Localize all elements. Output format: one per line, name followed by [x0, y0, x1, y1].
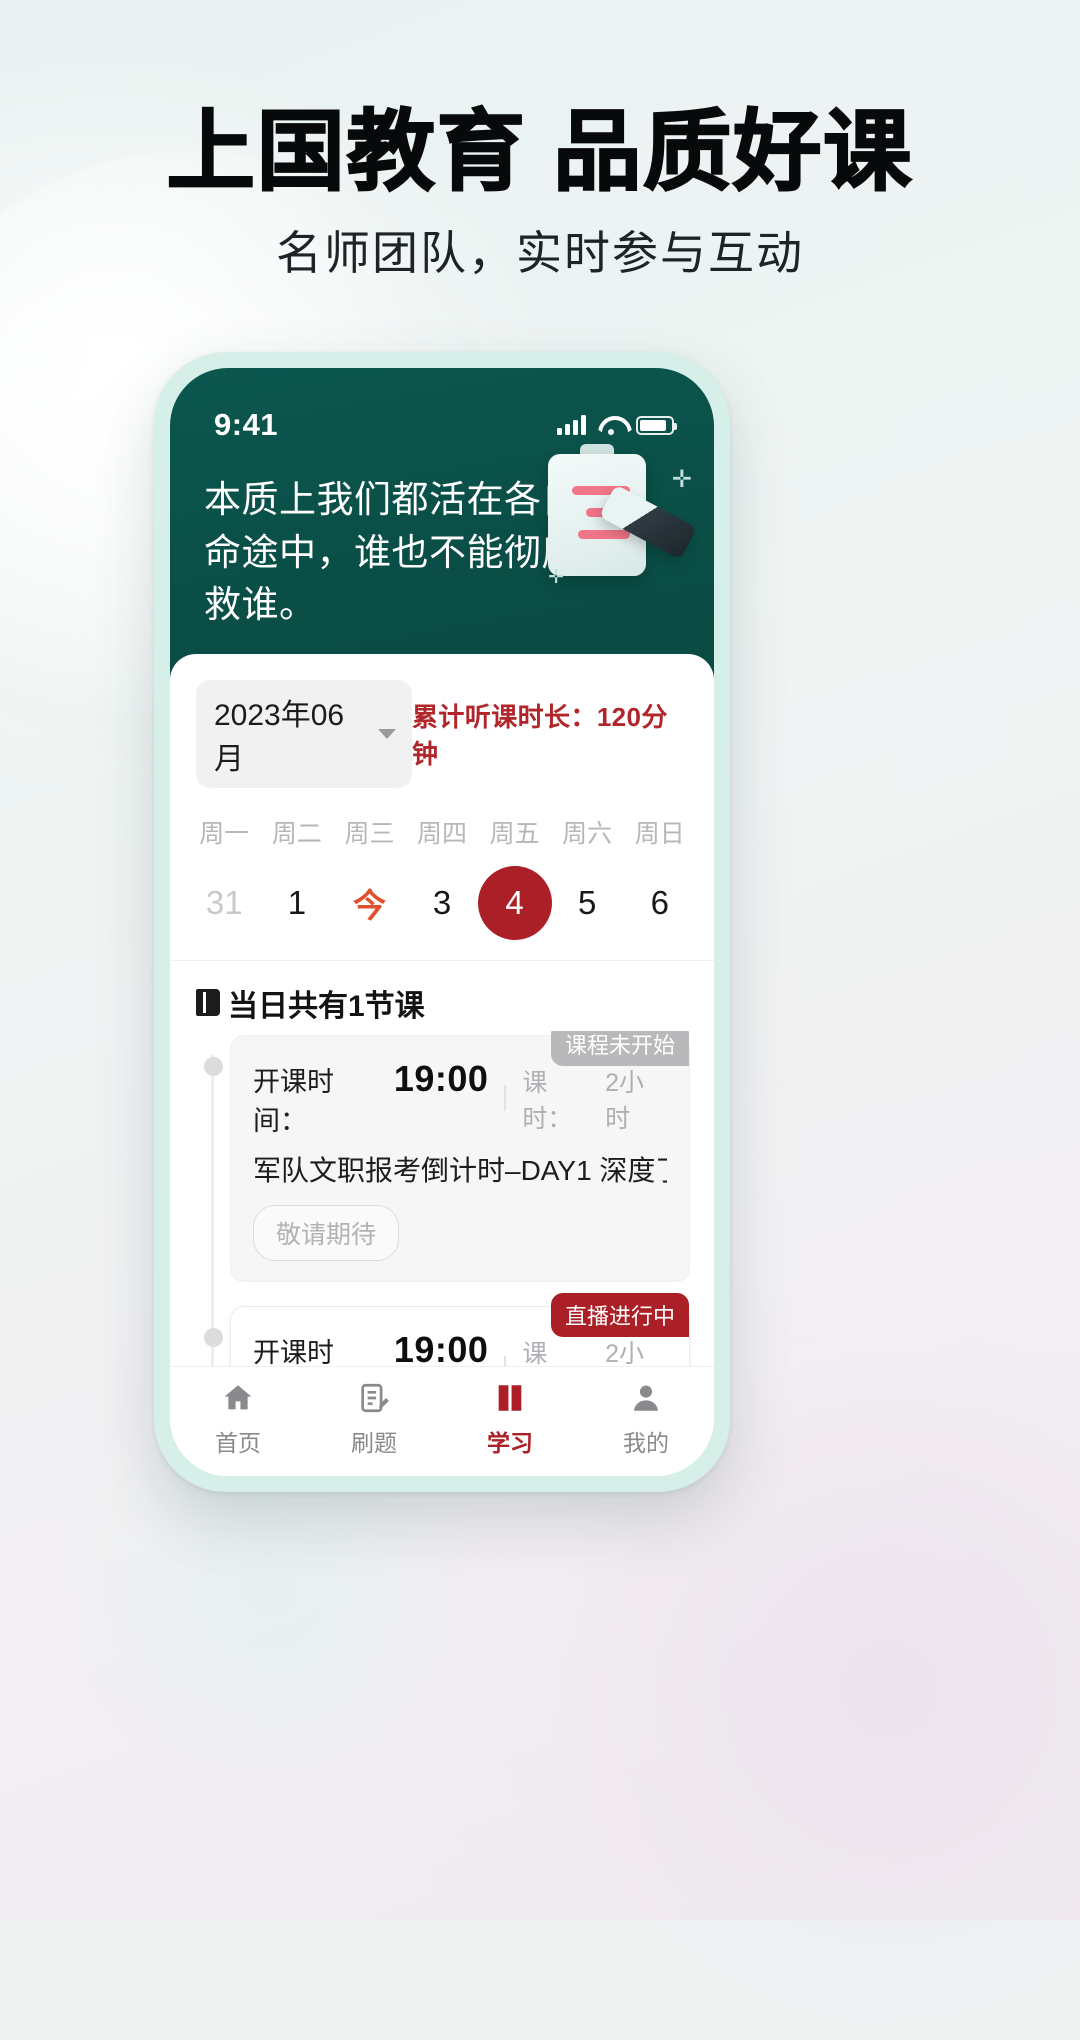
hero-quote-banner: 9:41 本质上我们都活在各自的命途中，谁也不能彻底拯救谁。 ✛ ✛: [170, 368, 714, 680]
tab-label: 首页: [215, 1430, 261, 1456]
clipboard-line-icon: [578, 530, 630, 539]
book-study-icon: [491, 1379, 529, 1417]
quiz-paper-icon: [355, 1379, 393, 1417]
start-time-label: 开课时间：: [253, 1338, 334, 1366]
date-row: 31 1 今 3 4 5 6: [170, 865, 714, 961]
date-label: 31: [205, 883, 243, 921]
calendar-header: 2023年06月 累计听课时长：120分钟: [170, 654, 714, 788]
tab-quiz[interactable]: 刷题: [306, 1379, 442, 1458]
battery-icon: [636, 415, 677, 435]
phone-mockup: 9:41 本质上我们都活在各自的命途中，谁也不能彻底拯救谁。 ✛ ✛ 2023年…: [154, 352, 730, 1492]
course-timeline: 课程未开始 开课时间： 19:00 课时： 2小时 军队文职报考倒计时–DAY1…: [170, 1030, 714, 1366]
study-time-total: 累计听课时长：120分钟: [412, 701, 668, 769]
chevron-down-icon: [378, 728, 397, 739]
home-icon: [219, 1379, 257, 1417]
tab-study[interactable]: 学习: [442, 1379, 578, 1458]
promo-subtitle: 名师团队，实时参与互动: [276, 227, 804, 280]
date-label: 3: [432, 883, 452, 921]
date-label: 4: [505, 883, 524, 921]
course-item[interactable]: 课程未开始 开课时间： 19:00 课时： 2小时 军队文职报考倒计时–DAY1…: [194, 1030, 690, 1283]
date-cell[interactable]: 3: [406, 866, 479, 940]
weekday-row: 周一 周二 周三 周四 周五 周六 周日: [170, 814, 714, 850]
date-label: 6: [650, 883, 669, 921]
tab-home[interactable]: 首页: [170, 1379, 306, 1458]
status-bar: 9:41: [170, 382, 714, 456]
sparkle-icon: ✛: [548, 567, 564, 588]
status-icons: [557, 415, 677, 435]
start-time-value: 19:00: [393, 1329, 489, 1366]
course-meta-row: 开课时间： 19:00 课时： 2小时: [253, 1058, 667, 1138]
date-cell-today[interactable]: 今: [333, 866, 406, 940]
course-title: 军队文职报考倒计时–DAY1 深度了解军队文职: [253, 1154, 667, 1186]
course-count-label: 当日共有1节课: [228, 989, 425, 1023]
start-time-value: 19:00: [393, 1057, 489, 1099]
date-cell[interactable]: 1: [261, 866, 334, 940]
month-selector[interactable]: 2023年06月: [196, 679, 413, 788]
date-cell[interactable]: 5: [551, 866, 624, 940]
date-label: 5: [578, 883, 597, 921]
month-label: 2023年06月: [214, 698, 345, 776]
wifi-icon: [598, 416, 624, 435]
clipboard-pen-illustration: ✛: [512, 442, 702, 622]
tab-label: 我的: [623, 1430, 669, 1456]
date-cell-selected[interactable]: 4: [477, 865, 552, 940]
status-badge: 课程未开始: [550, 1030, 689, 1066]
weekday-label: 周一: [199, 819, 250, 848]
start-time-label: 开课时间：: [253, 1066, 334, 1136]
weekday-label: 周五: [489, 819, 540, 848]
date-label: 1: [287, 883, 307, 921]
promo-title: 上国教育 品质好课: [166, 102, 914, 201]
status-time: 9:41: [214, 407, 279, 442]
date-cell[interactable]: 31: [188, 866, 261, 940]
person-icon: [627, 1379, 665, 1417]
weekday-label: 周日: [634, 819, 685, 848]
duration-value: 2小时: [605, 1068, 644, 1133]
signal-icon: [557, 415, 586, 435]
duration-label: 课时：: [522, 1340, 548, 1366]
tab-profile[interactable]: 我的: [578, 1379, 714, 1458]
tab-label: 刷题: [351, 1430, 397, 1456]
bottom-tab-bar: 首页 刷题 学习 我的: [170, 1366, 714, 1476]
course-item[interactable]: 直播进行中 开课时间： 19:00 课时： 2小时 军队文职报考倒计时–DAY1…: [194, 1293, 690, 1366]
duration-value: 2小时: [605, 1340, 644, 1366]
weekday-label: 周二: [271, 819, 322, 848]
tab-label: 学习: [487, 1430, 533, 1456]
date-label: 今: [352, 886, 386, 924]
course-action-button[interactable]: 敬请期待: [253, 1205, 400, 1262]
promo-copy: 上国教育 品质好课 名师团队，实时参与互动: [0, 0, 1080, 282]
hero-inner: 本质上我们都活在各自的命途中，谁也不能彻底拯救谁。 ✛ ✛: [170, 444, 714, 632]
status-badge: 直播进行中: [550, 1293, 689, 1338]
course-count-header: 当日共有1节课: [170, 961, 714, 1031]
sparkle-icon: ✛: [671, 466, 692, 493]
meta-divider: [504, 1084, 507, 1111]
duration-label: 课时：: [522, 1068, 573, 1133]
timeline-dot: [204, 1056, 223, 1076]
phone-screen: 9:41 本质上我们都活在各自的命途中，谁也不能彻底拯救谁。 ✛ ✛ 2023年…: [170, 368, 714, 1476]
course-card[interactable]: 课程未开始 开课时间： 19:00 课时： 2小时 军队文职报考倒计时–DAY1…: [230, 1030, 690, 1283]
book-icon: [196, 989, 220, 1017]
timeline-dot: [204, 1328, 223, 1348]
date-cell[interactable]: 6: [623, 866, 696, 940]
content-sheet: 2023年06月 累计听课时长：120分钟 周一 周二 周三 周四 周五 周六 …: [170, 653, 714, 1476]
weekday-label: 周三: [344, 819, 395, 848]
weekday-label: 周四: [417, 819, 468, 848]
weekday-label: 周六: [562, 819, 613, 848]
meta-divider: [504, 1356, 507, 1366]
course-card[interactable]: 直播进行中 开课时间： 19:00 课时： 2小时 军队文职报考倒计时–DAY1…: [230, 1293, 690, 1366]
